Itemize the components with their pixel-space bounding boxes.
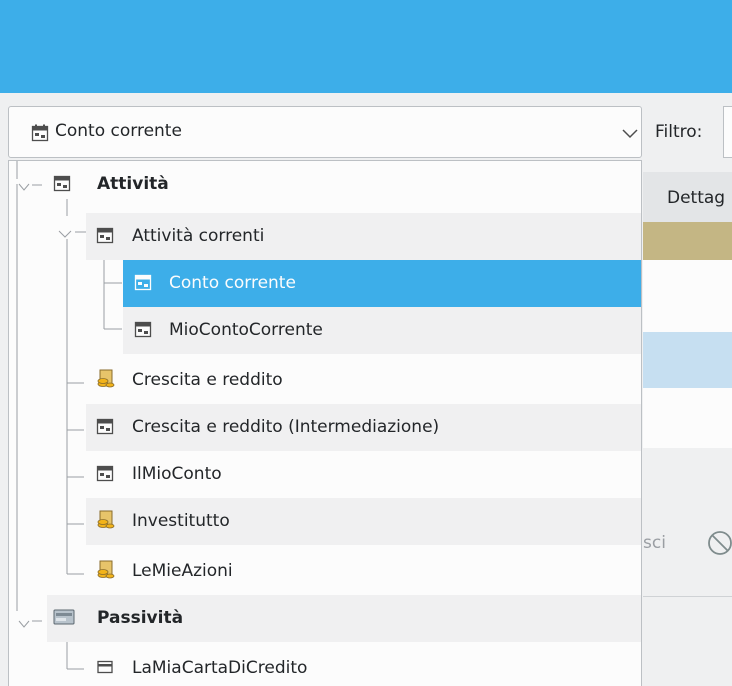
- combo-selected-value: Conto corrente: [55, 121, 182, 141]
- tree-row-label: LeMieAzioni: [132, 561, 233, 581]
- tree-row-label: IlMioConto: [132, 464, 222, 484]
- tree-row-label: Attività correnti: [132, 226, 265, 246]
- filter-input[interactable]: [723, 106, 732, 158]
- tree-row-attivita[interactable]: Attività: [9, 161, 641, 208]
- tree-row-passivita[interactable]: Passività: [47, 595, 641, 642]
- account-asset-icon: [53, 175, 71, 192]
- tree-row-crescita-e-reddito[interactable]: Crescita e reddito: [86, 357, 641, 404]
- tree-row-lamiacartadicredito[interactable]: LaMiaCartaDiCredito: [86, 645, 641, 686]
- account-asset-icon: [96, 227, 114, 244]
- tree-row-label: LaMiaCartaDiCredito: [132, 658, 308, 678]
- tree-row-label: Crescita e reddito: [132, 370, 283, 390]
- chevron-down-icon[interactable]: [621, 127, 639, 139]
- cancel-icon[interactable]: [706, 529, 732, 557]
- background-separator: [643, 596, 732, 597]
- account-asset-icon: [96, 418, 114, 435]
- liability-icon: [53, 609, 75, 625]
- account-asset-icon: [31, 124, 49, 142]
- investment-icon: [97, 560, 115, 579]
- tree-row-ilmioconto[interactable]: IlMioConto: [86, 451, 641, 498]
- tree-row-crescita-intermediazione[interactable]: Crescita e reddito (Intermediazione): [86, 404, 641, 451]
- filter-label: Filtro:: [655, 122, 703, 142]
- account-asset-icon: [134, 274, 152, 291]
- tree-row-investitutto[interactable]: Investitutto: [86, 498, 641, 545]
- window-titlebar: [0, 0, 732, 93]
- background-highlight-row: [643, 222, 732, 260]
- account-asset-icon: [134, 321, 152, 338]
- tree-row-label: Investitutto: [132, 511, 230, 531]
- investment-icon: [97, 510, 115, 529]
- tree-row-label: Conto corrente: [169, 273, 296, 293]
- tree-row-conto-corrente[interactable]: Conto corrente: [123, 260, 641, 307]
- tree-row-label: Passività: [97, 608, 184, 628]
- credit-card-icon: [97, 660, 113, 674]
- account-combo[interactable]: Conto corrente: [8, 106, 642, 158]
- tree-row-miocontocorrente[interactable]: MioContoCorrente: [123, 307, 641, 354]
- tree-row-attivita-correnti[interactable]: Attività correnti: [86, 213, 641, 260]
- investment-icon: [97, 369, 115, 388]
- tree-row-label: MioContoCorrente: [169, 320, 323, 340]
- background-button-label: sci: [643, 533, 666, 553]
- account-asset-icon: [96, 465, 114, 482]
- account-dropdown-list: Attività Attività correnti Conto corrent…: [8, 160, 642, 686]
- tree-row-label: Attività: [97, 174, 169, 194]
- background-selected-row: [643, 332, 732, 388]
- tree-row-label: Crescita e reddito (Intermediazione): [132, 417, 440, 437]
- tree-row-lemieazioni[interactable]: LeMieAzioni: [86, 548, 641, 595]
- background-header-label: Dettag: [667, 188, 726, 208]
